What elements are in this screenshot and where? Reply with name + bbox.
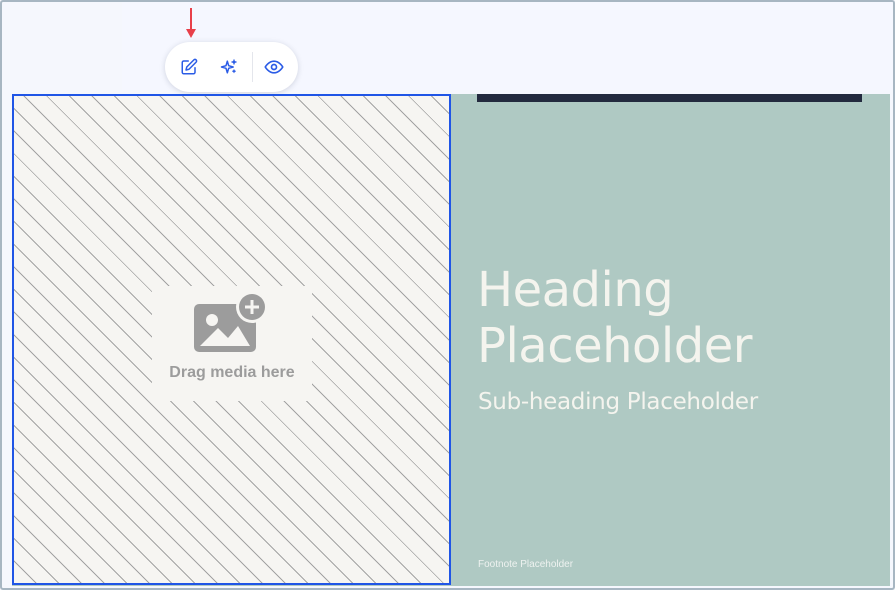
footnote-placeholder[interactable]: Footnote Placeholder	[478, 559, 573, 570]
ai-assist-button[interactable]	[213, 51, 245, 83]
heading-placeholder[interactable]: Heading Placeholder	[477, 262, 877, 374]
preview-button[interactable]	[258, 51, 290, 83]
arrow-down-icon	[186, 8, 196, 38]
toolbar-divider	[252, 52, 253, 82]
edit-button[interactable]	[173, 51, 205, 83]
slide[interactable]: Drag media here Heading Placeholder Sub-…	[12, 94, 890, 586]
add-image-icon	[194, 292, 268, 352]
eye-icon	[264, 60, 284, 74]
media-placeholder-label: Drag media here	[169, 364, 295, 381]
ai-sparkle-icon	[220, 59, 237, 74]
media-drop-zone[interactable]: Drag media here	[152, 286, 312, 401]
media-placeholder[interactable]: Drag media here	[12, 94, 451, 585]
slide-accent-bar	[477, 94, 862, 102]
floating-toolbar	[165, 42, 298, 92]
editor-frame: Drag media here Heading Placeholder Sub-…	[0, 0, 895, 590]
subheading-placeholder[interactable]: Sub-heading Placeholder	[478, 389, 878, 415]
edit-icon	[181, 58, 198, 75]
